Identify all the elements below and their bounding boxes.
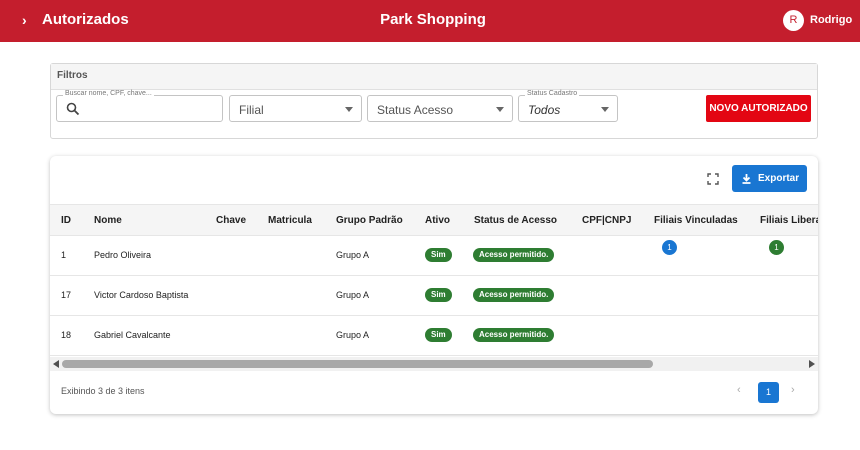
scroll-right-icon[interactable]: [809, 360, 815, 368]
export-button[interactable]: Exportar: [732, 165, 807, 192]
chevron-down-icon: [601, 107, 609, 112]
next-page-button[interactable]: ›: [791, 384, 795, 396]
status-acesso-value: Status Acesso: [377, 103, 454, 117]
col-grupo[interactable]: Grupo Padrão: [336, 215, 403, 226]
pagination-summary: Exibindo 3 de 3 itens: [61, 386, 145, 396]
export-label: Exportar: [758, 173, 800, 184]
search-input[interactable]: Buscar nome, CPF, chave...: [56, 90, 223, 122]
status-badge: Acesso permitido.: [473, 248, 555, 262]
filters-panel: Filtros Buscar nome, CPF, chave... Filia…: [50, 63, 818, 139]
fullscreen-icon[interactable]: [707, 173, 719, 185]
col-status[interactable]: Status de Acesso: [474, 215, 557, 226]
col-matricula[interactable]: Matricula: [268, 215, 312, 226]
status-badge: Acesso permitido.: [473, 288, 555, 302]
user-name[interactable]: Rodrigo: [810, 14, 852, 26]
table-card: Exportar ID Nome Chave Matricula Grupo P…: [50, 156, 818, 414]
download-icon: [742, 174, 751, 184]
active-badge: Sim: [425, 328, 452, 342]
avatar[interactable]: R: [783, 10, 804, 31]
col-nome[interactable]: Nome: [94, 215, 122, 226]
scroll-left-icon[interactable]: [53, 360, 59, 368]
active-badge: Sim: [425, 248, 452, 262]
table-row[interactable]: 1 Pedro Oliveira Grupo A Sim Acesso perm…: [50, 236, 818, 276]
cell-grupo: Grupo A: [336, 290, 370, 300]
status-cadastro-select[interactable]: Status Cadastro Todos: [518, 90, 618, 122]
chevron-down-icon: [345, 107, 353, 112]
scrollbar-thumb[interactable]: [62, 360, 653, 368]
col-filiais-vinculadas[interactable]: Filiais Vinculadas: [654, 215, 738, 226]
chevron-down-icon: [496, 107, 504, 112]
top-bar: › Autorizados Park Shopping R Rodrigo: [0, 0, 860, 42]
status-acesso-select[interactable]: Status Acesso: [367, 95, 513, 122]
table-row[interactable]: 17 Victor Cardoso Baptista Grupo A Sim A…: [50, 276, 818, 316]
cell-id: 18: [61, 330, 72, 340]
cell-nome: Pedro Oliveira: [94, 250, 152, 260]
col-id[interactable]: ID: [61, 215, 71, 226]
table-row[interactable]: 18 Gabriel Cavalcante Grupo A Sim Acesso…: [50, 316, 818, 356]
search-icon: [66, 102, 80, 116]
cell-id: 1: [61, 250, 67, 260]
filial-select[interactable]: Filial: [229, 95, 362, 122]
current-page-button[interactable]: 1: [758, 382, 779, 403]
col-filiais-liberadas[interactable]: Filiais Liberadas: [760, 215, 818, 226]
status-cadastro-value: Todos: [528, 103, 561, 117]
new-authorized-button[interactable]: NOVO AUTORIZADO: [706, 95, 811, 122]
filial-value: Filial: [239, 103, 264, 117]
filiais-vinculadas-badge[interactable]: 1: [662, 240, 677, 255]
status-badge: Acesso permitido.: [473, 328, 555, 342]
filters-title: Filtros: [51, 64, 817, 90]
table-header: ID Nome Chave Matricula Grupo Padrão Ati…: [50, 204, 818, 236]
cell-grupo: Grupo A: [336, 330, 370, 340]
status-cadastro-label: Status Cadastro: [525, 90, 580, 97]
horizontal-scrollbar[interactable]: [50, 357, 818, 371]
cell-nome: Gabriel Cavalcante: [94, 330, 171, 340]
filiais-liberadas-badge[interactable]: 1: [769, 240, 784, 255]
col-ativo[interactable]: Ativo: [425, 215, 450, 226]
active-badge: Sim: [425, 288, 452, 302]
col-chave[interactable]: Chave: [216, 215, 246, 226]
cell-nome: Victor Cardoso Baptista: [94, 290, 189, 300]
cell-id: 17: [61, 290, 72, 300]
previous-page-button[interactable]: ‹: [737, 384, 741, 396]
col-cpf[interactable]: CPF|CNPJ: [582, 215, 631, 226]
location-title: Park Shopping: [380, 11, 486, 28]
search-label: Buscar nome, CPF, chave...: [63, 90, 154, 97]
cell-grupo: Grupo A: [336, 250, 370, 260]
